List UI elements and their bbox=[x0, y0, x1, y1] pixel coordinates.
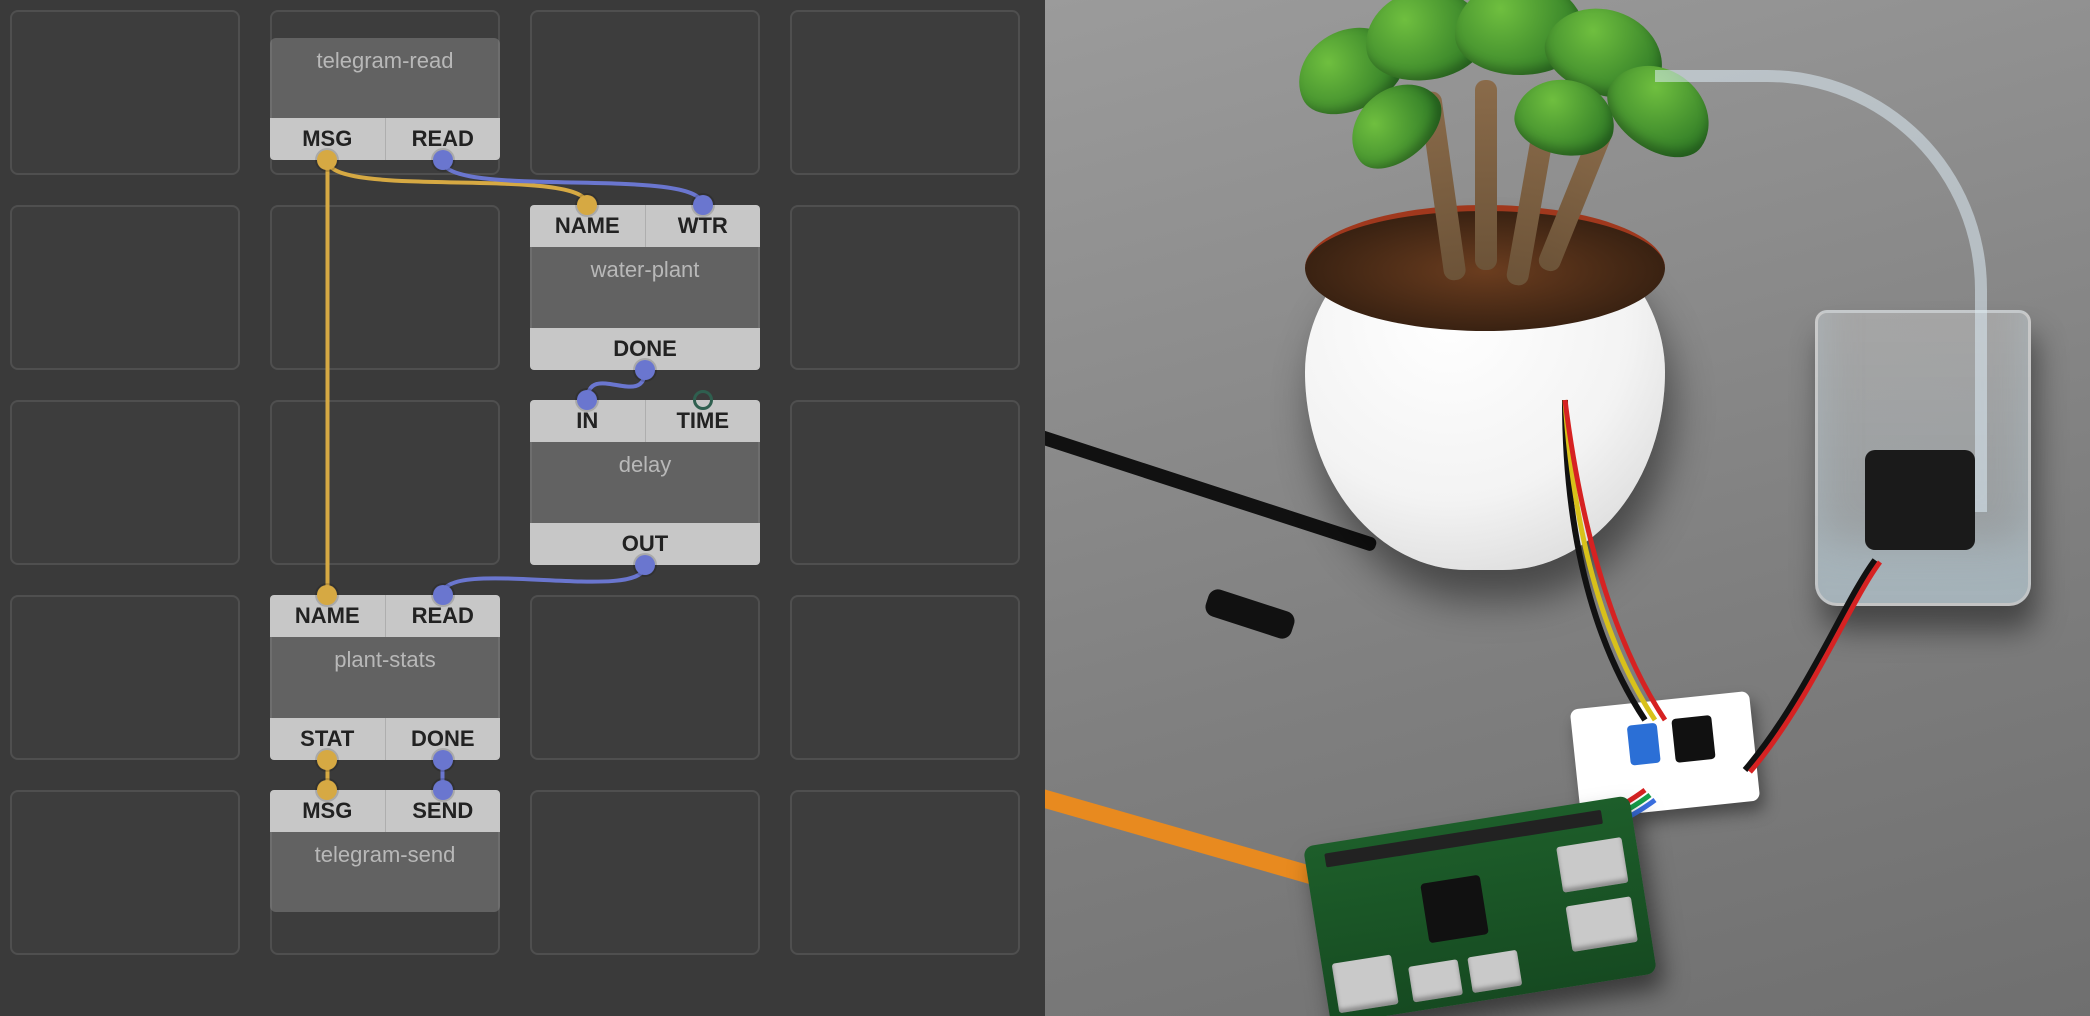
port-msg[interactable]: MSG bbox=[270, 790, 386, 832]
grid-slot[interactable] bbox=[270, 400, 500, 565]
pin-gold-icon[interactable] bbox=[317, 780, 337, 800]
pin-blue-icon[interactable] bbox=[433, 585, 453, 605]
grid-slot[interactable] bbox=[530, 10, 760, 175]
pin-blue-icon[interactable] bbox=[635, 555, 655, 575]
port-done[interactable]: DONE bbox=[530, 328, 760, 370]
grid-slot[interactable] bbox=[530, 595, 760, 760]
port-label: NAME bbox=[555, 213, 620, 239]
port-label: MSG bbox=[302, 798, 352, 824]
port-stat[interactable]: STAT bbox=[270, 718, 386, 760]
node-telegram-send[interactable]: MSG SEND telegram-send bbox=[270, 790, 500, 912]
port-msg[interactable]: MSG bbox=[270, 118, 386, 160]
port-time[interactable]: TIME bbox=[646, 400, 761, 442]
port-label: STAT bbox=[300, 726, 354, 752]
port-label: MSG bbox=[302, 126, 352, 152]
port-read[interactable]: READ bbox=[386, 118, 501, 160]
port-label: READ bbox=[412, 126, 474, 152]
port-wtr[interactable]: WTR bbox=[646, 205, 761, 247]
port-label: SEND bbox=[412, 798, 473, 824]
node-title: telegram-read bbox=[270, 38, 500, 80]
port-send[interactable]: SEND bbox=[386, 790, 501, 832]
port-done[interactable]: DONE bbox=[386, 718, 501, 760]
node-title: plant-stats bbox=[270, 637, 500, 679]
port-label: TIME bbox=[676, 408, 729, 434]
pin-ring-icon[interactable] bbox=[693, 390, 713, 410]
grid-slot[interactable] bbox=[790, 10, 1020, 175]
port-label: OUT bbox=[622, 531, 668, 557]
port-read[interactable]: READ bbox=[386, 595, 501, 637]
node-title: water-plant bbox=[530, 247, 760, 289]
grid-slot[interactable] bbox=[790, 205, 1020, 370]
grid-slot[interactable] bbox=[270, 205, 500, 370]
pin-gold-icon[interactable] bbox=[317, 750, 337, 770]
node-editor-canvas[interactable]: telegram-read MSG READ NAME WTR water-plant DO… bbox=[0, 0, 1045, 1016]
port-label: WTR bbox=[678, 213, 728, 239]
grid-slot[interactable] bbox=[790, 595, 1020, 760]
grid-slot[interactable] bbox=[790, 790, 1020, 955]
port-in[interactable]: IN bbox=[530, 400, 646, 442]
node-telegram-read[interactable]: telegram-read MSG READ bbox=[270, 38, 500, 160]
pin-blue-icon[interactable] bbox=[577, 390, 597, 410]
port-name[interactable]: NAME bbox=[270, 595, 386, 637]
pin-blue-icon[interactable] bbox=[433, 150, 453, 170]
water-pump bbox=[1865, 450, 1975, 550]
pin-gold-icon[interactable] bbox=[577, 195, 597, 215]
grid-slot[interactable] bbox=[790, 400, 1020, 565]
port-label: READ bbox=[412, 603, 474, 629]
port-label: DONE bbox=[613, 336, 677, 362]
pin-blue-icon[interactable] bbox=[635, 360, 655, 380]
pin-blue-icon[interactable] bbox=[433, 780, 453, 800]
grid-slot[interactable] bbox=[530, 790, 760, 955]
port-label: IN bbox=[576, 408, 598, 434]
port-label: NAME bbox=[295, 603, 360, 629]
grid-slot[interactable] bbox=[10, 10, 240, 175]
port-name[interactable]: NAME bbox=[530, 205, 646, 247]
port-label: DONE bbox=[411, 726, 475, 752]
grid-slot[interactable] bbox=[10, 205, 240, 370]
port-out[interactable]: OUT bbox=[530, 523, 760, 565]
pin-blue-icon[interactable] bbox=[433, 750, 453, 770]
pin-gold-icon[interactable] bbox=[317, 150, 337, 170]
node-delay[interactable]: IN TIME delay OUT bbox=[530, 400, 760, 565]
pin-gold-icon[interactable] bbox=[317, 585, 337, 605]
node-title: delay bbox=[530, 442, 760, 484]
node-title: telegram-send bbox=[270, 832, 500, 874]
wire[interactable] bbox=[443, 565, 646, 595]
node-plant-stats[interactable]: NAME READ plant-stats STAT DONE bbox=[270, 595, 500, 760]
node-water-plant[interactable]: NAME WTR water-plant DONE bbox=[530, 205, 760, 370]
pin-blue-icon[interactable] bbox=[693, 195, 713, 215]
project-photo bbox=[1045, 0, 2090, 1016]
grid-slot[interactable] bbox=[10, 595, 240, 760]
grid-slot[interactable] bbox=[10, 400, 240, 565]
grid-slot[interactable] bbox=[10, 790, 240, 955]
plant-trunk bbox=[1475, 80, 1497, 270]
